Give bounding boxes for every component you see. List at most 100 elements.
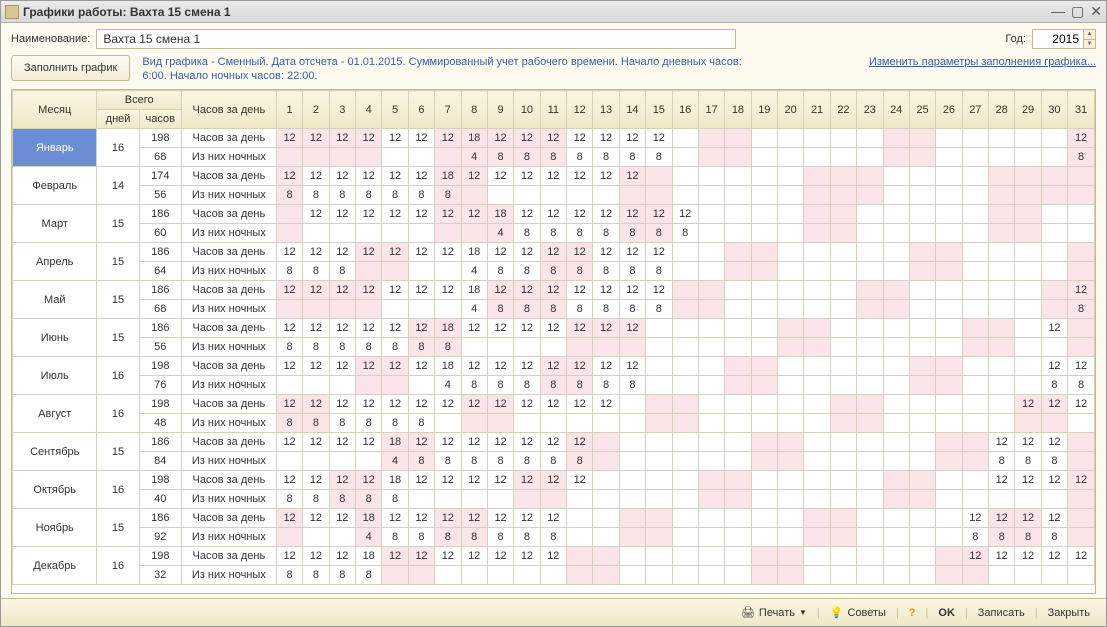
day-cell[interactable]: 12 bbox=[619, 281, 645, 300]
day-cell[interactable]: 12 bbox=[567, 129, 593, 148]
day-cell[interactable] bbox=[1041, 186, 1067, 205]
day-cell[interactable] bbox=[1015, 243, 1041, 262]
day-cell[interactable] bbox=[751, 300, 777, 319]
day-cell[interactable]: 8 bbox=[382, 414, 408, 433]
day-cell[interactable]: 12 bbox=[461, 357, 487, 376]
day-cell[interactable] bbox=[435, 566, 461, 585]
day-cell[interactable] bbox=[725, 452, 751, 471]
day-cell[interactable] bbox=[830, 452, 856, 471]
day-cell[interactable] bbox=[883, 376, 909, 395]
day-cell[interactable] bbox=[408, 300, 434, 319]
day-cell[interactable] bbox=[989, 186, 1015, 205]
day-cell[interactable]: 12 bbox=[461, 205, 487, 224]
days-total[interactable]: 16 bbox=[97, 357, 139, 395]
day-cell[interactable] bbox=[804, 319, 830, 338]
table-row[interactable]: Июнь15186Часов за день121212121212181212… bbox=[13, 319, 1095, 338]
day-cell[interactable]: 12 bbox=[276, 357, 302, 376]
day-cell[interactable] bbox=[936, 148, 962, 167]
day-cell[interactable] bbox=[909, 262, 935, 281]
day-cell[interactable] bbox=[725, 205, 751, 224]
day-cell[interactable] bbox=[857, 186, 883, 205]
day-cell[interactable]: 8 bbox=[514, 148, 540, 167]
day-cell[interactable]: 12 bbox=[435, 129, 461, 148]
day-cell[interactable] bbox=[593, 433, 619, 452]
day-cell[interactable]: 12 bbox=[303, 433, 329, 452]
day-cell[interactable]: 8 bbox=[593, 262, 619, 281]
day-cell[interactable] bbox=[672, 547, 698, 566]
day-cell[interactable] bbox=[830, 243, 856, 262]
day-cell[interactable]: 12 bbox=[408, 167, 434, 186]
day-cell[interactable] bbox=[909, 566, 935, 585]
day-cell[interactable]: 8 bbox=[408, 338, 434, 357]
day-cell[interactable] bbox=[646, 186, 672, 205]
day-cell[interactable]: 12 bbox=[303, 319, 329, 338]
day-cell[interactable] bbox=[619, 547, 645, 566]
day-cell[interactable]: 12 bbox=[540, 471, 566, 490]
day-cell[interactable] bbox=[804, 300, 830, 319]
day-cell[interactable]: 8 bbox=[672, 224, 698, 243]
day-cell[interactable]: 8 bbox=[356, 566, 382, 585]
day-cell[interactable] bbox=[1015, 357, 1041, 376]
day-cell[interactable]: 8 bbox=[329, 414, 355, 433]
day-cell[interactable] bbox=[303, 376, 329, 395]
day-cell[interactable]: 8 bbox=[619, 224, 645, 243]
table-row[interactable]: Май15186Часов за день1212121212121218121… bbox=[13, 281, 1095, 300]
day-cell[interactable]: 12 bbox=[1068, 395, 1095, 414]
day-cell[interactable]: 12 bbox=[408, 205, 434, 224]
table-row[interactable]: 68Из них ночных488888888 bbox=[13, 300, 1095, 319]
day-cell[interactable]: 8 bbox=[989, 528, 1015, 547]
day-cell[interactable] bbox=[830, 376, 856, 395]
day-cell[interactable] bbox=[276, 528, 302, 547]
day-cell[interactable]: 12 bbox=[593, 167, 619, 186]
day-cell[interactable]: 12 bbox=[514, 471, 540, 490]
day-cell[interactable] bbox=[751, 490, 777, 509]
day-cell[interactable]: 12 bbox=[408, 471, 434, 490]
day-cell[interactable]: 8 bbox=[540, 224, 566, 243]
day-cell[interactable]: 18 bbox=[356, 547, 382, 566]
day-cell[interactable]: 12 bbox=[540, 357, 566, 376]
day-cell[interactable] bbox=[1015, 167, 1041, 186]
day-cell[interactable]: 12 bbox=[435, 243, 461, 262]
day-cell[interactable] bbox=[461, 186, 487, 205]
days-total[interactable]: 15 bbox=[97, 319, 139, 357]
spinner-up-icon[interactable]: ▲ bbox=[1084, 30, 1095, 40]
day-cell[interactable]: 18 bbox=[435, 357, 461, 376]
day-cell[interactable] bbox=[804, 376, 830, 395]
day-cell[interactable]: 12 bbox=[408, 129, 434, 148]
hours-total[interactable]: 198 bbox=[139, 357, 181, 376]
day-cell[interactable]: 8 bbox=[514, 300, 540, 319]
day-cell[interactable] bbox=[698, 319, 724, 338]
day-cell[interactable] bbox=[1041, 414, 1067, 433]
day-cell[interactable]: 8 bbox=[567, 300, 593, 319]
day-cell[interactable]: 8 bbox=[1041, 528, 1067, 547]
day-cell[interactable]: 12 bbox=[382, 395, 408, 414]
day-cell[interactable] bbox=[857, 528, 883, 547]
day-cell[interactable] bbox=[857, 376, 883, 395]
day-cell[interactable] bbox=[698, 129, 724, 148]
day-cell[interactable] bbox=[1015, 224, 1041, 243]
day-cell[interactable]: 8 bbox=[329, 186, 355, 205]
day-cell[interactable] bbox=[408, 262, 434, 281]
day-cell[interactable]: 12 bbox=[487, 395, 513, 414]
night-total[interactable]: 76 bbox=[139, 376, 181, 395]
day-cell[interactable] bbox=[778, 566, 804, 585]
day-cell[interactable]: 12 bbox=[1015, 395, 1041, 414]
day-cell[interactable]: 8 bbox=[408, 528, 434, 547]
day-cell[interactable] bbox=[857, 148, 883, 167]
day-cell[interactable] bbox=[909, 547, 935, 566]
day-cell[interactable]: 4 bbox=[461, 148, 487, 167]
day-cell[interactable] bbox=[962, 471, 988, 490]
day-cell[interactable] bbox=[1068, 205, 1095, 224]
day-cell[interactable] bbox=[751, 262, 777, 281]
day-cell[interactable]: 12 bbox=[1068, 357, 1095, 376]
day-cell[interactable] bbox=[883, 490, 909, 509]
day-cell[interactable]: 8 bbox=[487, 376, 513, 395]
day-cell[interactable]: 12 bbox=[514, 129, 540, 148]
day-cell[interactable]: 8 bbox=[276, 186, 302, 205]
table-row[interactable]: Декабрь16198Часов за день121212181212121… bbox=[13, 547, 1095, 566]
day-cell[interactable] bbox=[329, 148, 355, 167]
month-cell[interactable]: Сентябрь bbox=[13, 433, 97, 471]
day-cell[interactable]: 12 bbox=[1068, 471, 1095, 490]
day-cell[interactable]: 12 bbox=[408, 433, 434, 452]
day-cell[interactable] bbox=[567, 414, 593, 433]
